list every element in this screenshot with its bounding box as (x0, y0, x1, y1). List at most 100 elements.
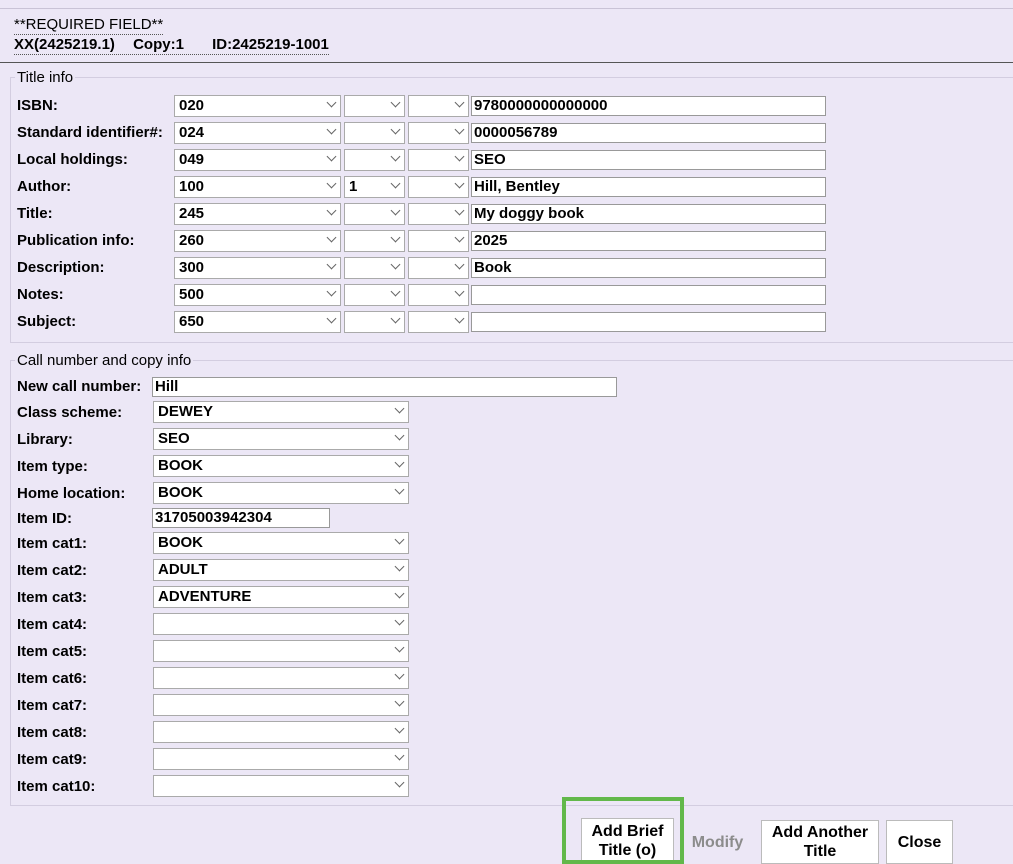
field-value-input[interactable]: Book (471, 258, 826, 278)
chevron-down-icon (390, 232, 401, 243)
chevron-down-icon (394, 561, 405, 572)
item-cat-label: Item cat10: (17, 778, 96, 795)
chevron-down-icon (326, 151, 337, 162)
indicator2-select[interactable] (408, 176, 469, 198)
item-cat-select[interactable] (153, 694, 409, 716)
indicator2-select[interactable] (408, 230, 469, 252)
library-select[interactable]: SEO (153, 428, 409, 450)
indicator1-select[interactable] (344, 311, 405, 333)
field-label: ISBN: (17, 97, 58, 114)
item-cat-select[interactable]: BOOK (153, 532, 409, 554)
item-cat-select[interactable]: ADVENTURE (153, 586, 409, 608)
field-value-input[interactable]: My doggy book (471, 204, 826, 224)
item-cat-select[interactable] (153, 775, 409, 797)
chevron-down-icon (454, 259, 465, 270)
indicator1-select[interactable] (344, 230, 405, 252)
chevron-down-icon (390, 97, 401, 108)
tag-select-value: 650 (179, 313, 205, 330)
item-cat-label: Item cat4: (17, 616, 88, 633)
chevron-down-icon (326, 232, 337, 243)
chevron-down-icon (326, 313, 337, 324)
item-cat-select[interactable] (153, 640, 409, 662)
indicator2-select[interactable] (408, 122, 469, 144)
chevron-down-icon (394, 403, 405, 414)
indicator2-select[interactable] (408, 95, 469, 117)
tag-select[interactable]: 024 (174, 122, 341, 144)
add-another-title-line2: Title (803, 843, 837, 860)
field-label: Notes: (17, 286, 64, 303)
new-call-number-input[interactable]: Hill (152, 377, 617, 397)
chevron-down-icon (454, 178, 465, 189)
item-cat-label: Item cat8: (17, 724, 88, 741)
chevron-down-icon (390, 313, 401, 324)
field-value-input[interactable] (471, 312, 826, 332)
chevron-down-icon (326, 259, 337, 270)
chevron-down-icon (394, 588, 405, 599)
tag-select[interactable]: 100 (174, 176, 341, 198)
tag-select-value: 020 (179, 97, 205, 114)
chevron-down-icon (394, 534, 405, 545)
item-cat-select[interactable]: ADULT (153, 559, 409, 581)
item-id-code: ID:2425219-1001 (212, 36, 329, 53)
indicator2-select[interactable] (408, 284, 469, 306)
field-value-input[interactable]: 9780000000000000 (471, 96, 826, 116)
tag-select[interactable]: 650 (174, 311, 341, 333)
tag-select[interactable]: 049 (174, 149, 341, 171)
indicator2-select[interactable] (408, 203, 469, 225)
field-value-input[interactable]: 0000056789 (471, 123, 826, 143)
field-label: Local holdings: (17, 151, 128, 168)
indicator2-select[interactable] (408, 257, 469, 279)
indicator1-select[interactable] (344, 257, 405, 279)
item-type-value: BOOK (158, 457, 203, 474)
tag-select-value: 245 (179, 205, 205, 222)
tag-select-value: 024 (179, 124, 205, 141)
field-value-input[interactable]: SEO (471, 150, 826, 170)
item-cat-label: Item cat5: (17, 643, 88, 660)
chevron-down-icon (454, 286, 465, 297)
indicator1-select[interactable] (344, 203, 405, 225)
item-cat-select-value: ADVENTURE (158, 588, 252, 605)
home-location-label: Home location: (17, 485, 126, 502)
item-cat-label: Item cat7: (17, 697, 88, 714)
add-another-title-button[interactable]: Add Another Title (761, 820, 879, 864)
field-label: Publication info: (17, 232, 135, 249)
chevron-down-icon (326, 205, 337, 216)
close-button[interactable]: Close (886, 820, 953, 864)
item-cat-select[interactable] (153, 721, 409, 743)
indicator1-select[interactable] (344, 284, 405, 306)
modify-button[interactable]: Modify (684, 820, 751, 864)
indicator2-select[interactable] (408, 311, 469, 333)
tag-select[interactable]: 300 (174, 257, 341, 279)
item-type-select[interactable]: BOOK (153, 455, 409, 477)
chevron-down-icon (394, 669, 405, 680)
indicator1-select[interactable] (344, 149, 405, 171)
indicator1-select[interactable] (344, 95, 405, 117)
indicator1-select[interactable]: 1 (344, 176, 405, 198)
item-cat-select[interactable] (153, 613, 409, 635)
chevron-down-icon (394, 615, 405, 626)
indicator1-select[interactable] (344, 122, 405, 144)
library-label: Library: (17, 431, 73, 448)
indicator2-select[interactable] (408, 149, 469, 171)
item-cat-select-value: BOOK (158, 534, 203, 551)
chevron-down-icon (394, 457, 405, 468)
home-location-select[interactable]: BOOK (153, 482, 409, 504)
item-cat-select[interactable] (153, 667, 409, 689)
top-border (0, 8, 1013, 9)
item-id-input[interactable]: 31705003942304 (152, 508, 330, 528)
tag-select[interactable]: 020 (174, 95, 341, 117)
chevron-down-icon (394, 430, 405, 441)
field-value-input[interactable]: 2025 (471, 231, 826, 251)
header-divider (0, 62, 1013, 63)
tag-select[interactable]: 500 (174, 284, 341, 306)
chevron-down-icon (326, 124, 337, 135)
tag-select[interactable]: 260 (174, 230, 341, 252)
call-number-legend: Call number and copy info (17, 352, 192, 369)
field-value-input[interactable]: Hill, Bentley (471, 177, 826, 197)
class-scheme-select[interactable]: DEWEY (153, 401, 409, 423)
tag-select[interactable]: 245 (174, 203, 341, 225)
title-info-legend: Title info (17, 69, 74, 86)
chevron-down-icon (326, 97, 337, 108)
field-value-input[interactable] (471, 285, 826, 305)
item-cat-select[interactable] (153, 748, 409, 770)
